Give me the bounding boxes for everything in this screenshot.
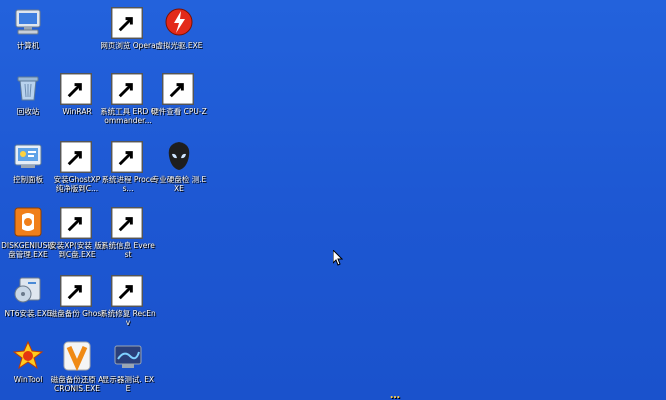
desktop-icon-xp-install[interactable]: 安装XP(安装 版)到C盘.EXE — [49, 206, 105, 259]
desktop-icon-acronis[interactable]: 磁盘备份还原 ACRONIS.EXE — [49, 340, 105, 393]
desktop-icon-label: 计算机 — [16, 41, 40, 50]
desktop: 计算机 回收站 控制面板 DISKGENIUS磁 盘管理.EXE NT6安装.E… — [0, 0, 666, 400]
desktop-icon-computer[interactable]: 计算机 — [0, 6, 56, 50]
desktop-icon-label: 硬件查看 CPU-Z — [151, 107, 207, 116]
desktop-icon-wintool[interactable]: WinTool — [0, 340, 56, 384]
desktop-icon-winrar[interactable]: WinRAR — [49, 72, 105, 116]
desktop-icon-label: NT6安装.EXE — [4, 309, 52, 318]
desktop-icon-label: 网页浏览 Opera — [100, 41, 156, 50]
desktop-icon-label: 控制面板 — [13, 175, 43, 184]
cpu-z-icon — [162, 72, 195, 105]
desktop-icon-everest[interactable]: 系统信息 Everest — [100, 206, 156, 259]
desktop-icon-label: 专业硬盘检 测.EXE — [151, 175, 207, 193]
desktop-icon-label: 系统修复 RecEnv — [100, 309, 156, 327]
recenv-icon — [111, 274, 144, 307]
process-icon — [111, 140, 144, 173]
desktop-icon-process[interactable]: 系统进程 Proces... — [100, 140, 156, 193]
partial-text: … — [390, 394, 401, 400]
desktop-icon-label: 系统进程 Proces... — [101, 175, 155, 193]
wintool-icon — [12, 340, 44, 372]
desktop-icon-label: 系统工具 ERD Commander... — [100, 107, 156, 125]
desktop-icon-label: 磁盘备份 Ghost — [49, 309, 105, 318]
virtual-drive-icon — [163, 6, 195, 38]
desktop-icon-opera[interactable]: 网页浏览 Opera — [100, 6, 156, 50]
desktop-icon-label: WinRAR — [62, 107, 92, 116]
partial-bottom-text: … — [380, 394, 666, 400]
desktop-icon-virtual-drive[interactable]: 虚拟光驱.EXE — [151, 6, 207, 50]
everest-icon — [111, 206, 144, 239]
nt6-icon — [12, 274, 44, 306]
winrar-icon — [60, 72, 93, 105]
desktop-icon-label: 磁盘备份还原 ACRONIS.EXE — [50, 375, 104, 393]
opera-icon — [111, 6, 144, 39]
desktop-icon-label: 安装GhostXP 纯净版到C... — [53, 175, 101, 193]
desktop-icon-label: 回收站 — [16, 107, 40, 116]
desktop-icon-recenv[interactable]: 系统修复 RecEnv — [100, 274, 156, 327]
desktop-icon-nt6[interactable]: NT6安装.EXE — [0, 274, 56, 318]
desktop-icon-ghostxp[interactable]: 安装GhostXP 纯净版到C... — [49, 140, 105, 193]
desktop-icon-control-panel[interactable]: 控制面板 — [0, 140, 56, 184]
erd-commander-icon — [111, 72, 144, 105]
desktop-icon-monitor-test[interactable]: 显示器测试. EXE — [100, 340, 156, 393]
alien-icon — [163, 140, 195, 172]
acronis-icon — [61, 340, 93, 372]
desktop-icon-label: 安装XP(安装 版)到C盘.EXE — [49, 241, 105, 259]
desktop-icon-cpu-z[interactable]: 硬件查看 CPU-Z — [151, 72, 207, 116]
mouse-pointer-icon — [333, 250, 343, 266]
recycle-bin-icon — [12, 72, 44, 104]
desktop-icon-ghost-backup[interactable]: 磁盘备份 Ghost — [49, 274, 105, 318]
desktop-icon-diskgenius[interactable]: DISKGENIUS磁 盘管理.EXE — [0, 206, 56, 259]
diskgenius-icon — [12, 206, 44, 238]
desktop-icon-label: DISKGENIUS磁 盘管理.EXE — [1, 241, 55, 259]
control-panel-icon — [12, 140, 44, 172]
desktop-icon-label: 系统信息 Everest — [101, 241, 155, 259]
desktop-icon-recycle-bin[interactable]: 回收站 — [0, 72, 56, 116]
desktop-icon-label: 显示器测试. EXE — [101, 375, 155, 393]
desktop-icon-erd-commander[interactable]: 系统工具 ERD Commander... — [100, 72, 156, 125]
xp-install-icon — [60, 206, 93, 239]
desktop-icon-disk-check[interactable]: 专业硬盘检 测.EXE — [151, 140, 207, 193]
computer-icon — [12, 6, 44, 38]
desktop-icon-label: 虚拟光驱.EXE — [155, 41, 203, 50]
ghost-install-icon — [60, 140, 93, 173]
desktop-icon-label: WinTool — [13, 375, 43, 384]
ghost-icon — [60, 274, 93, 307]
monitor-test-icon — [112, 340, 144, 372]
